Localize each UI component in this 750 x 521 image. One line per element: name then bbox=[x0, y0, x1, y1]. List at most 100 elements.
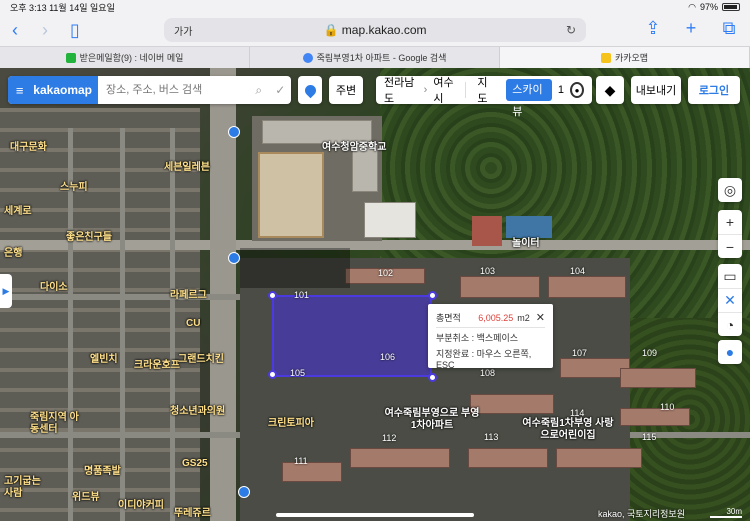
current-location-icon[interactable]: ◎ bbox=[718, 178, 742, 202]
poi-apartment[interactable]: 여수죽림부영으로 부영1차아파트 bbox=[382, 408, 482, 432]
polygon-vertex[interactable] bbox=[428, 291, 437, 300]
poi-store[interactable]: 위드뷰 bbox=[72, 488, 100, 503]
tab-label: 카카오맵 bbox=[614, 53, 649, 63]
tab-kakaomap[interactable]: 카카오맵 bbox=[500, 47, 750, 68]
bus-stop-icon[interactable] bbox=[228, 126, 240, 138]
zoom-in-icon[interactable]: + bbox=[718, 210, 742, 234]
area-label: 총면적 bbox=[436, 313, 461, 323]
zoom-out-icon[interactable]: − bbox=[718, 234, 742, 258]
poi-store[interactable]: 이디야커피 bbox=[118, 496, 164, 511]
building-label: 107 bbox=[572, 348, 588, 358]
export-button[interactable]: 내보내기 bbox=[631, 76, 681, 104]
forward-icon[interactable]: › bbox=[30, 20, 60, 41]
side-panel-toggle[interactable]: ▶ bbox=[0, 274, 12, 308]
status-bar: 오후 3:13 11월 14일 일요일 ◠ 97% bbox=[0, 0, 750, 14]
poi-daycare[interactable]: 여수죽림1차부영 사랑으로어린이집 bbox=[518, 418, 618, 442]
poi-store[interactable]: 명품족발 bbox=[84, 462, 121, 477]
url-text: 🔒 map.kakao.com bbox=[323, 23, 427, 37]
poi-store[interactable]: 세계로 bbox=[4, 202, 32, 217]
poi-store[interactable]: 라페르그 bbox=[170, 286, 207, 301]
poi-store[interactable]: 청소년과의원 bbox=[170, 402, 225, 417]
menu-icon[interactable]: ≡ bbox=[8, 76, 32, 104]
layers-icon[interactable]: ◆ bbox=[596, 76, 624, 104]
hint-undo: 부분취소 : 백스페이스 bbox=[436, 333, 519, 343]
poi-store[interactable]: 죽림지역 아동센터 bbox=[30, 412, 80, 436]
back-icon[interactable]: ‹ bbox=[0, 20, 30, 41]
region-city[interactable]: 여수시 bbox=[433, 74, 458, 106]
area-result-popup: 총면적 6,005.25 m2 ✕ 부분취소 : 백스페이스 지정완료 : 마우… bbox=[428, 304, 553, 370]
roadview-icon[interactable]: ● bbox=[570, 82, 584, 98]
skyview-button[interactable]: 스카이뷰 bbox=[506, 79, 552, 118]
tab-strip: 받은메일함(9) : 네이버 메일 죽림부영1차 아파트 - Google 검색… bbox=[0, 46, 750, 68]
poi-school[interactable]: 여수청암중학교 bbox=[322, 138, 386, 153]
building-label: 102 bbox=[378, 268, 394, 278]
address-bar[interactable]: 가가 🔒 map.kakao.com ↻ bbox=[164, 18, 586, 42]
bus-stop-icon[interactable] bbox=[238, 486, 250, 498]
tools-control: ▭ ✕ ◔ bbox=[718, 264, 742, 336]
kakaomap-logo[interactable]: kakaomap bbox=[31, 76, 98, 104]
school-field bbox=[258, 152, 324, 238]
apartment-building bbox=[548, 276, 626, 298]
polygon-vertex[interactable] bbox=[268, 370, 277, 379]
poi-store[interactable]: 다이소 bbox=[40, 278, 68, 293]
map-canvas[interactable]: 여수청암중학교 102 103 104 101 105 106 107 108 … bbox=[0, 68, 750, 521]
tabs-overview-icon[interactable]: ⧉ bbox=[714, 18, 744, 39]
pin-control: ● bbox=[718, 340, 742, 364]
poi-store[interactable]: 고기굽는사람 bbox=[4, 476, 44, 500]
building-label: 106 bbox=[380, 352, 396, 362]
login-button[interactable]: 로그인 bbox=[688, 76, 740, 104]
copyright: kakao, 국토지리정보원 bbox=[598, 509, 685, 519]
share-icon[interactable]: ⇪ bbox=[638, 18, 668, 39]
poi-store[interactable]: GS25 bbox=[182, 458, 208, 469]
bookmarks-icon[interactable]: ▯ bbox=[60, 20, 90, 41]
area-measure-icon[interactable]: ✕ bbox=[718, 288, 742, 312]
scale-bar: 30m bbox=[710, 507, 742, 518]
poi-store[interactable]: 크린토피아 bbox=[268, 414, 314, 429]
my-place-button[interactable] bbox=[298, 76, 322, 104]
apartment-building bbox=[468, 448, 548, 468]
tab-naver-mail[interactable]: 받은메일함(9) : 네이버 메일 bbox=[0, 47, 250, 68]
poi-store[interactable]: 좋은친구들 bbox=[66, 228, 112, 243]
check-circle-icon[interactable]: ✓ bbox=[270, 83, 292, 97]
poi-store[interactable]: 뚜레쥬르 bbox=[174, 504, 211, 519]
url-value: map.kakao.com bbox=[341, 23, 427, 37]
poi-store[interactable]: 엘빈치 bbox=[90, 350, 118, 365]
poi-store[interactable]: 세븐일레븐 bbox=[164, 158, 210, 173]
poi-playground[interactable]: 놀이터 bbox=[512, 234, 540, 249]
area-measure-polygon[interactable] bbox=[272, 295, 432, 377]
home-indicator[interactable] bbox=[276, 513, 474, 517]
poi-store[interactable]: 은행 bbox=[4, 244, 22, 259]
radius-icon[interactable]: ◔ bbox=[718, 312, 742, 336]
marker-icon[interactable]: ● bbox=[718, 340, 742, 364]
apartment-building bbox=[350, 448, 450, 468]
ruler-icon[interactable]: ▭ bbox=[718, 264, 742, 288]
main-road bbox=[0, 240, 750, 250]
map-search-box: ≡ kakaomap ⌕ ✓ bbox=[8, 76, 291, 104]
polygon-vertex[interactable] bbox=[428, 373, 437, 382]
poi-store[interactable]: 스누피 bbox=[60, 178, 88, 193]
poi-store[interactable]: 크라운호프 bbox=[134, 356, 180, 371]
search-icon[interactable]: ⌕ bbox=[248, 83, 270, 98]
search-input[interactable] bbox=[98, 76, 248, 104]
close-icon[interactable]: ✕ bbox=[536, 311, 545, 324]
poi-store[interactable]: CU bbox=[186, 318, 200, 329]
building-label: 113 bbox=[484, 432, 499, 442]
tab-label: 죽림부영1차 아파트 - Google 검색 bbox=[316, 53, 447, 63]
poi-store[interactable]: 대구문화 bbox=[10, 138, 47, 153]
building-label: 114 bbox=[570, 408, 585, 418]
poi-store[interactable]: 그랜드치킨 bbox=[178, 350, 224, 365]
browser-toolbar: ‹ › ▯ 가가 🔒 map.kakao.com ↻ ⇪ + ⧉ bbox=[0, 14, 750, 46]
map-mode-button[interactable]: 지도 bbox=[471, 74, 500, 106]
tab-google-search[interactable]: 죽림부영1차 아파트 - Google 검색 bbox=[250, 47, 500, 68]
building-label: 104 bbox=[570, 266, 586, 276]
region-province[interactable]: 전라남도 bbox=[384, 74, 418, 106]
apartment-building bbox=[620, 368, 696, 388]
battery-icon bbox=[722, 3, 740, 11]
hint-finish: 지정완료 : 마우스 오른쪽, ESC bbox=[436, 349, 532, 370]
polygon-vertex[interactable] bbox=[268, 291, 277, 300]
building-label: 110 bbox=[660, 402, 675, 412]
bus-stop-icon[interactable] bbox=[228, 252, 240, 264]
new-tab-icon[interactable]: + bbox=[676, 18, 706, 39]
nearby-button[interactable]: 주변 bbox=[329, 76, 363, 104]
building-label: 105 bbox=[290, 368, 306, 378]
